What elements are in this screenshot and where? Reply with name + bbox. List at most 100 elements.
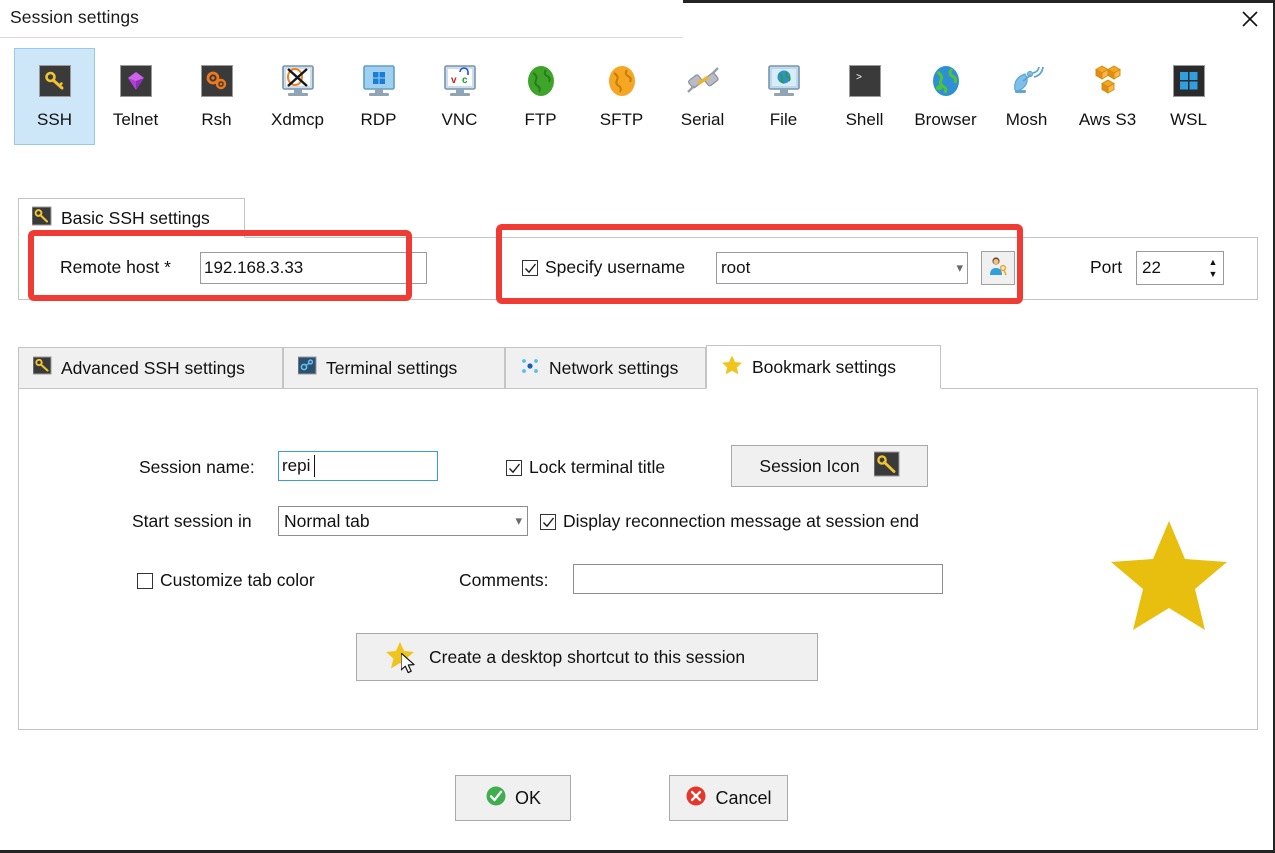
shell-prompt-icon: > xyxy=(845,61,885,101)
protocol-rsh[interactable]: Rsh xyxy=(176,48,257,145)
session-settings-dialog: Session settings SSH Telnet Rsh Xdmcp RD… xyxy=(0,0,1275,853)
mosh-satellite-icon xyxy=(1007,61,1047,101)
terminal-icon xyxy=(297,356,317,380)
protocol-label: VNC xyxy=(441,110,478,129)
protocol-label: Telnet xyxy=(112,110,159,129)
star-icon xyxy=(721,354,743,381)
rsh-gears-icon xyxy=(197,61,237,101)
tab-advanced-ssh-settings[interactable]: Advanced SSH settings xyxy=(18,347,283,389)
cancel-button[interactable]: Cancel xyxy=(669,775,788,821)
lock-terminal-title-label[interactable]: Lock terminal title xyxy=(529,457,665,478)
port-increment-icon[interactable]: ▲ xyxy=(1209,257,1218,267)
port-stepper[interactable]: 22 ▲ ▼ xyxy=(1136,251,1224,285)
sftp-globe-icon xyxy=(602,61,642,101)
port-decrement-icon[interactable]: ▼ xyxy=(1209,269,1218,279)
protocol-label: SSH xyxy=(37,110,72,129)
tab-label: Bookmark settings xyxy=(752,356,896,377)
text-caret xyxy=(314,455,315,477)
settings-tabstrip: Advanced SSH settings Terminal settings xyxy=(18,345,1258,389)
port-value: 22 xyxy=(1142,258,1161,277)
create-desktop-shortcut-label: Create a desktop shortcut to this sessio… xyxy=(429,646,746,667)
tab-label: Advanced SSH settings xyxy=(61,357,245,378)
port-stepper-arrows[interactable]: ▲ ▼ xyxy=(1203,252,1223,284)
specify-username-checkbox[interactable] xyxy=(522,260,538,276)
chevron-down-icon: ▾ xyxy=(515,513,522,528)
tab-network-settings[interactable]: Network settings xyxy=(505,347,706,389)
protocol-xdmcp[interactable]: Xdmcp xyxy=(257,48,338,145)
protocol-label: Xdmcp xyxy=(271,110,324,129)
display-reconnection-label[interactable]: Display reconnection message at session … xyxy=(563,511,919,532)
basic-ssh-group-title: Basic SSH settings xyxy=(61,207,210,228)
start-session-in-select[interactable]: Normal tab ▾ xyxy=(278,506,528,536)
serial-plug-icon xyxy=(683,61,723,101)
protocol-rdp[interactable]: RDP xyxy=(338,48,419,145)
session-icon-button-label: Session Icon xyxy=(759,455,860,476)
svg-text:>: > xyxy=(856,73,862,84)
protocol-mosh[interactable]: Mosh xyxy=(986,48,1067,145)
window-title: Session settings xyxy=(10,7,140,27)
protocol-vnc[interactable]: v c VNC xyxy=(419,48,500,145)
title-bar: Session settings xyxy=(0,0,1275,36)
protocol-sftp[interactable]: SFTP xyxy=(581,48,662,145)
username-select[interactable]: root ▾ xyxy=(716,252,968,284)
ok-button-label: OK xyxy=(514,787,541,808)
customize-tab-color-label[interactable]: Customize tab color xyxy=(160,570,315,591)
xdmcp-monitor-icon xyxy=(278,61,318,101)
protocol-label: WSL xyxy=(1170,110,1207,129)
bookmark-settings-panel: Session name: Lock terminal title Sessio… xyxy=(18,388,1258,730)
basic-ssh-group-tab: Basic SSH settings xyxy=(18,198,245,238)
key-icon xyxy=(32,356,52,380)
browser-globe-icon xyxy=(926,61,966,101)
protocol-wsl[interactable]: WSL xyxy=(1148,48,1229,145)
file-monitor-icon xyxy=(764,61,804,101)
chevron-down-icon: ▾ xyxy=(956,260,963,275)
protocol-toolbar: SSH Telnet Rsh Xdmcp RDP v c VNC FTP SFT… xyxy=(14,48,1229,145)
protocol-label: Browser xyxy=(914,110,977,129)
start-session-in-label: Start session in xyxy=(132,511,252,531)
star-icon xyxy=(385,640,415,675)
session-icon-button[interactable]: Session Icon xyxy=(731,445,928,487)
ok-button[interactable]: OK xyxy=(455,775,571,821)
tab-label: Terminal settings xyxy=(326,357,458,378)
check-circle-icon xyxy=(485,785,507,812)
create-desktop-shortcut-button[interactable]: Create a desktop shortcut to this sessio… xyxy=(356,633,818,681)
start-session-in-value: Normal tab xyxy=(284,510,370,531)
cancel-button-label: Cancel xyxy=(715,787,772,808)
protocol-serial[interactable]: Serial xyxy=(662,48,743,145)
ssh-key-icon xyxy=(35,61,75,101)
session-name-label: Session name: xyxy=(139,457,255,477)
remote-host-label: Remote host * xyxy=(60,257,171,277)
close-icon[interactable] xyxy=(1237,6,1263,32)
comments-label: Comments: xyxy=(459,570,549,590)
user-avatar-icon xyxy=(987,255,1009,282)
basic-ssh-group: Remote host * Specify username root ▾ xyxy=(18,237,1258,300)
session-name-input[interactable] xyxy=(278,451,438,481)
lock-terminal-title-checkbox[interactable] xyxy=(506,460,522,476)
protocol-telnet[interactable]: Telnet xyxy=(95,48,176,145)
remote-host-input[interactable] xyxy=(200,252,427,284)
specify-username-label[interactable]: Specify username xyxy=(545,257,685,278)
protocol-label: Serial xyxy=(680,110,725,129)
port-label: Port xyxy=(1090,257,1123,277)
protocol-ssh[interactable]: SSH xyxy=(14,48,95,145)
comments-input[interactable] xyxy=(573,564,943,594)
display-reconnection-checkbox[interactable] xyxy=(540,514,556,530)
svg-text:v: v xyxy=(451,75,457,86)
telnet-gem-icon xyxy=(116,61,156,101)
customize-tab-color-checkbox[interactable] xyxy=(137,573,153,589)
protocol-browser[interactable]: Browser xyxy=(905,48,986,145)
protocol-file[interactable]: File xyxy=(743,48,824,145)
protocol-label: Shell xyxy=(845,110,884,129)
key-icon xyxy=(31,206,52,231)
tab-bookmark-settings[interactable]: Bookmark settings xyxy=(706,345,941,389)
protocol-label: FTP xyxy=(524,110,557,129)
svg-text:c: c xyxy=(462,75,468,86)
protocol-aws-s3[interactable]: Aws S3 xyxy=(1067,48,1148,145)
protocol-ftp[interactable]: FTP xyxy=(500,48,581,145)
tab-terminal-settings[interactable]: Terminal settings xyxy=(283,347,505,389)
protocol-label: Rsh xyxy=(201,110,232,129)
select-user-button[interactable] xyxy=(981,251,1015,285)
aws-s3-cubes-icon xyxy=(1088,61,1128,101)
protocol-shell[interactable]: > Shell xyxy=(824,48,905,145)
protocol-label: SFTP xyxy=(599,110,644,129)
